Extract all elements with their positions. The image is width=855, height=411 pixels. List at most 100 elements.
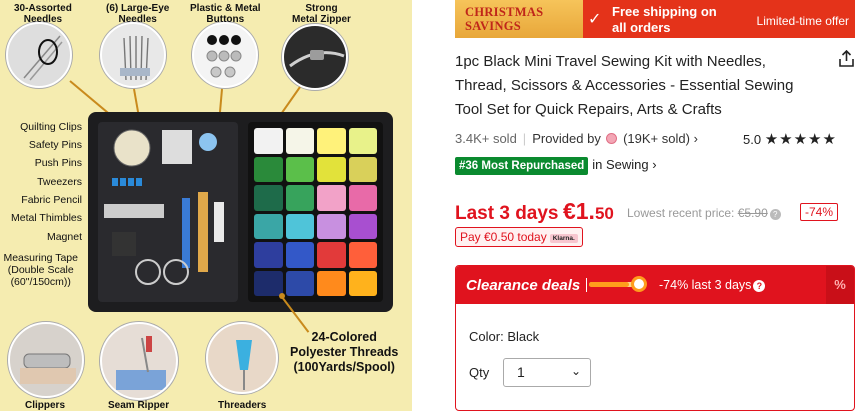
color-value: Black (507, 329, 540, 344)
connector-threads-dot (279, 293, 285, 299)
label-safety-pins: Safety Pins (28, 139, 82, 151)
chevron-right-icon: › (652, 157, 657, 172)
needles-circle (6, 22, 72, 88)
thread-spool (254, 213, 283, 239)
clearance-header: Clearance deals -74% last 3 days? % (456, 266, 854, 304)
help-icon[interactable]: ? (753, 280, 766, 292)
percent-icon: % (826, 266, 854, 304)
limited-time-text: Limited-time offer (756, 14, 849, 28)
clearance-detail: -74% last 3 days? (659, 278, 766, 292)
thread-spool (317, 242, 346, 268)
discount-badge: -74% (800, 203, 839, 221)
thread-spool (317, 270, 346, 296)
qty-value: 1 (517, 364, 525, 380)
clearance-progress-fill (589, 282, 629, 287)
clearance-title: Clearance deals (466, 277, 581, 294)
buttons-illustration (206, 35, 242, 78)
thread-spool (254, 185, 283, 211)
threaders-illustration (236, 340, 252, 390)
provided-by-label: Provided by (532, 131, 601, 146)
seller-avatar-icon (606, 133, 618, 144)
thread-spool (348, 128, 377, 154)
label-push-pins: Push Pins (34, 157, 82, 169)
price-cents: 50 (594, 204, 614, 223)
label-tweezers: Tweezers (37, 176, 82, 188)
rank-row[interactable]: #36 Most Repurchased in Sewing › (455, 157, 657, 175)
rating[interactable]: 5.0 ★★★★★ (743, 130, 837, 148)
pay-today-text: Pay €0.50 today (460, 230, 547, 244)
large-eye-needles-circle (100, 22, 166, 88)
thread-spool (348, 213, 377, 239)
thread-spool (348, 185, 377, 211)
divider: | (522, 131, 527, 146)
zipper-illustration (289, 50, 345, 68)
chevron-right-icon: › (693, 131, 698, 146)
free-shipping-text: Free shipping on all orders (612, 4, 717, 35)
clippers-illustration (20, 353, 76, 384)
thread-spool (317, 156, 346, 182)
quantity-select[interactable]: 1 ⌄ (503, 358, 591, 387)
thread-spool (285, 242, 314, 268)
qty-label: Qty (469, 365, 490, 380)
label-metal-thimbles: Metal Thimbles (11, 212, 82, 224)
lowest-price-value: €5.90 (737, 206, 768, 220)
color-row: Color: Black (469, 329, 539, 344)
clock-icon (631, 276, 647, 292)
label-fabric-pencil: Fabric Pencil (21, 194, 82, 206)
threaders-circle (206, 322, 278, 394)
klarna-logo: Klarna. (549, 234, 578, 243)
thread-spool (317, 185, 346, 211)
thread-spool (348, 270, 377, 296)
rank-category: in Sewing (592, 157, 649, 172)
label-assorted-needles: 30-Assorted Needles (14, 3, 72, 25)
label-buttons: Plastic & Metal Buttons (190, 3, 261, 25)
thread-spool (254, 156, 283, 182)
thread-spool (285, 185, 314, 211)
sold-count: 3.4K+ sold (455, 131, 517, 146)
star-icons: ★★★★★ (764, 131, 837, 148)
promo-banner[interactable]: CHRISTMAS SAVINGS ✓ Free shipping on all… (455, 0, 855, 38)
chevron-down-icon: ⌄ (570, 364, 581, 378)
sewing-case (88, 112, 393, 312)
buttons-circle (192, 22, 258, 88)
thread-spools (248, 122, 383, 302)
label-threads: 24-Colored Polyester Threads (100Yards/S… (290, 330, 399, 374)
divider (586, 278, 587, 292)
label-measuring-tape: Measuring Tape (Double Scale (60"/150cm)… (3, 252, 78, 288)
share-icon[interactable] (838, 50, 855, 68)
thread-spool (348, 242, 377, 268)
pay-today-badge[interactable]: Pay €0.50 today Klarna. (455, 227, 583, 247)
rating-value: 5.0 (743, 132, 762, 147)
label-large-eye-needles: (6) Large-Eye Needles (106, 3, 170, 25)
price-label: Last 3 days (455, 203, 559, 224)
label-seam-ripper: Seam Ripper (108, 400, 170, 411)
clearance-detail-text: -74% last 3 days (659, 278, 752, 292)
thread-spool (285, 156, 314, 182)
thread-spool (348, 156, 377, 182)
label-zipper: Strong Metal Zipper (292, 3, 351, 25)
most-repurchased-badge: #36 Most Repurchased (455, 157, 589, 175)
large-needles-illustration (120, 35, 150, 81)
thread-spool (254, 128, 283, 154)
seller-link[interactable]: Provided by (19K+ sold) › (532, 131, 698, 146)
label-magnet: Magnet (46, 231, 82, 243)
seam-ripper-circle (100, 322, 178, 400)
product-image[interactable]: 30-Assorted Needles (6) Large-Eye Needle… (0, 0, 412, 411)
needles-illustration (23, 35, 63, 81)
accessories-illustration (104, 129, 224, 285)
price-main: €1. (562, 198, 595, 224)
label-threaders: Threaders (218, 400, 267, 411)
thread-spool (285, 128, 314, 154)
case-accessories (98, 122, 238, 302)
thread-spool (317, 213, 346, 239)
clippers-circle (8, 322, 84, 398)
price-row: Last 3 days €1.50 (455, 198, 614, 225)
thread-spool (285, 270, 314, 296)
product-title: 1pc Black Mini Travel Sewing Kit with Ne… (455, 53, 794, 118)
product-page: 30-Assorted Needles (6) Large-Eye Needle… (0, 0, 855, 411)
info-icon[interactable]: ? (769, 209, 781, 220)
thread-spool (254, 270, 283, 296)
thread-spool (254, 242, 283, 268)
clearance-box: Clearance deals -74% last 3 days? % Colo… (455, 265, 855, 411)
lowest-price-label: Lowest recent price: (627, 206, 735, 220)
